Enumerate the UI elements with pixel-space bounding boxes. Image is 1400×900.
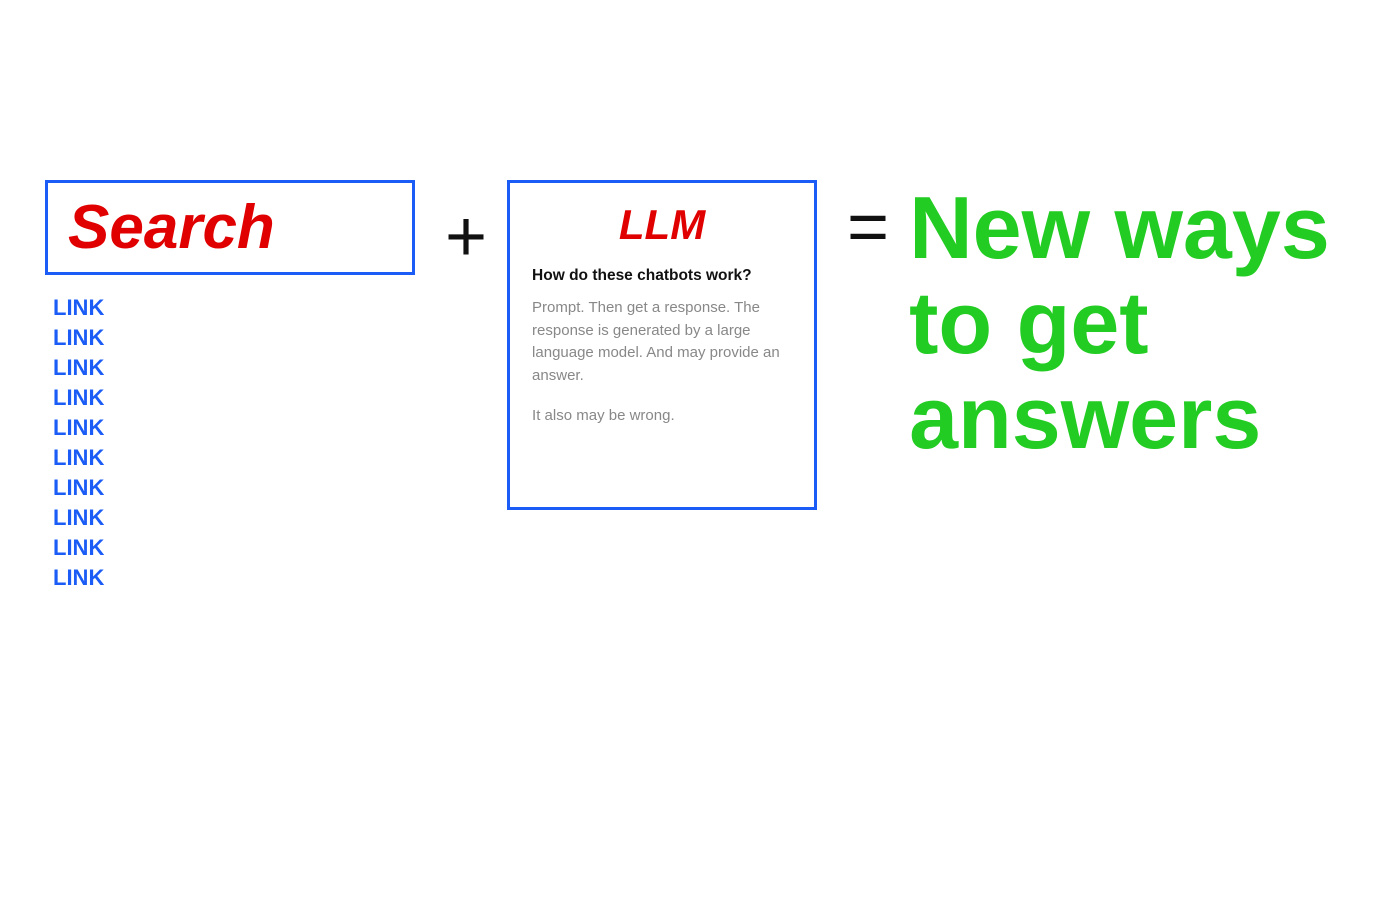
search-label: Search xyxy=(68,192,275,263)
list-item[interactable]: LINK xyxy=(53,295,104,321)
new-ways-text: New ways to get answers xyxy=(909,180,1400,465)
list-item[interactable]: LINK xyxy=(53,535,104,561)
list-item[interactable]: LINK xyxy=(53,385,104,411)
list-item[interactable]: LINK xyxy=(53,475,104,501)
list-item[interactable]: LINK xyxy=(53,445,104,471)
search-box: Search xyxy=(45,180,415,275)
main-layout: Search LINK LINK LINK LINK LINK LINK LIN… xyxy=(0,0,1400,591)
plus-operator: + xyxy=(445,190,487,285)
list-item[interactable]: LINK xyxy=(53,565,104,591)
llm-body: Prompt. Then get a response. The respons… xyxy=(532,297,792,387)
list-item[interactable]: LINK xyxy=(53,505,104,531)
list-item[interactable]: LINK xyxy=(53,415,104,441)
links-list: LINK LINK LINK LINK LINK LINK LINK LINK … xyxy=(45,295,104,591)
list-item[interactable]: LINK xyxy=(53,325,104,351)
llm-title: LLM xyxy=(619,201,705,249)
equals-operator: = xyxy=(847,180,889,275)
llm-wrong-note: It also may be wrong. xyxy=(532,405,792,428)
search-column: Search LINK LINK LINK LINK LINK LINK LIN… xyxy=(45,180,425,591)
llm-column: LLM How do these chatbots work? Prompt. … xyxy=(507,180,817,510)
list-item[interactable]: LINK xyxy=(53,355,104,381)
llm-box: LLM How do these chatbots work? Prompt. … xyxy=(507,180,817,510)
new-ways-column: New ways to get answers xyxy=(909,180,1400,465)
llm-question: How do these chatbots work? xyxy=(532,267,792,285)
